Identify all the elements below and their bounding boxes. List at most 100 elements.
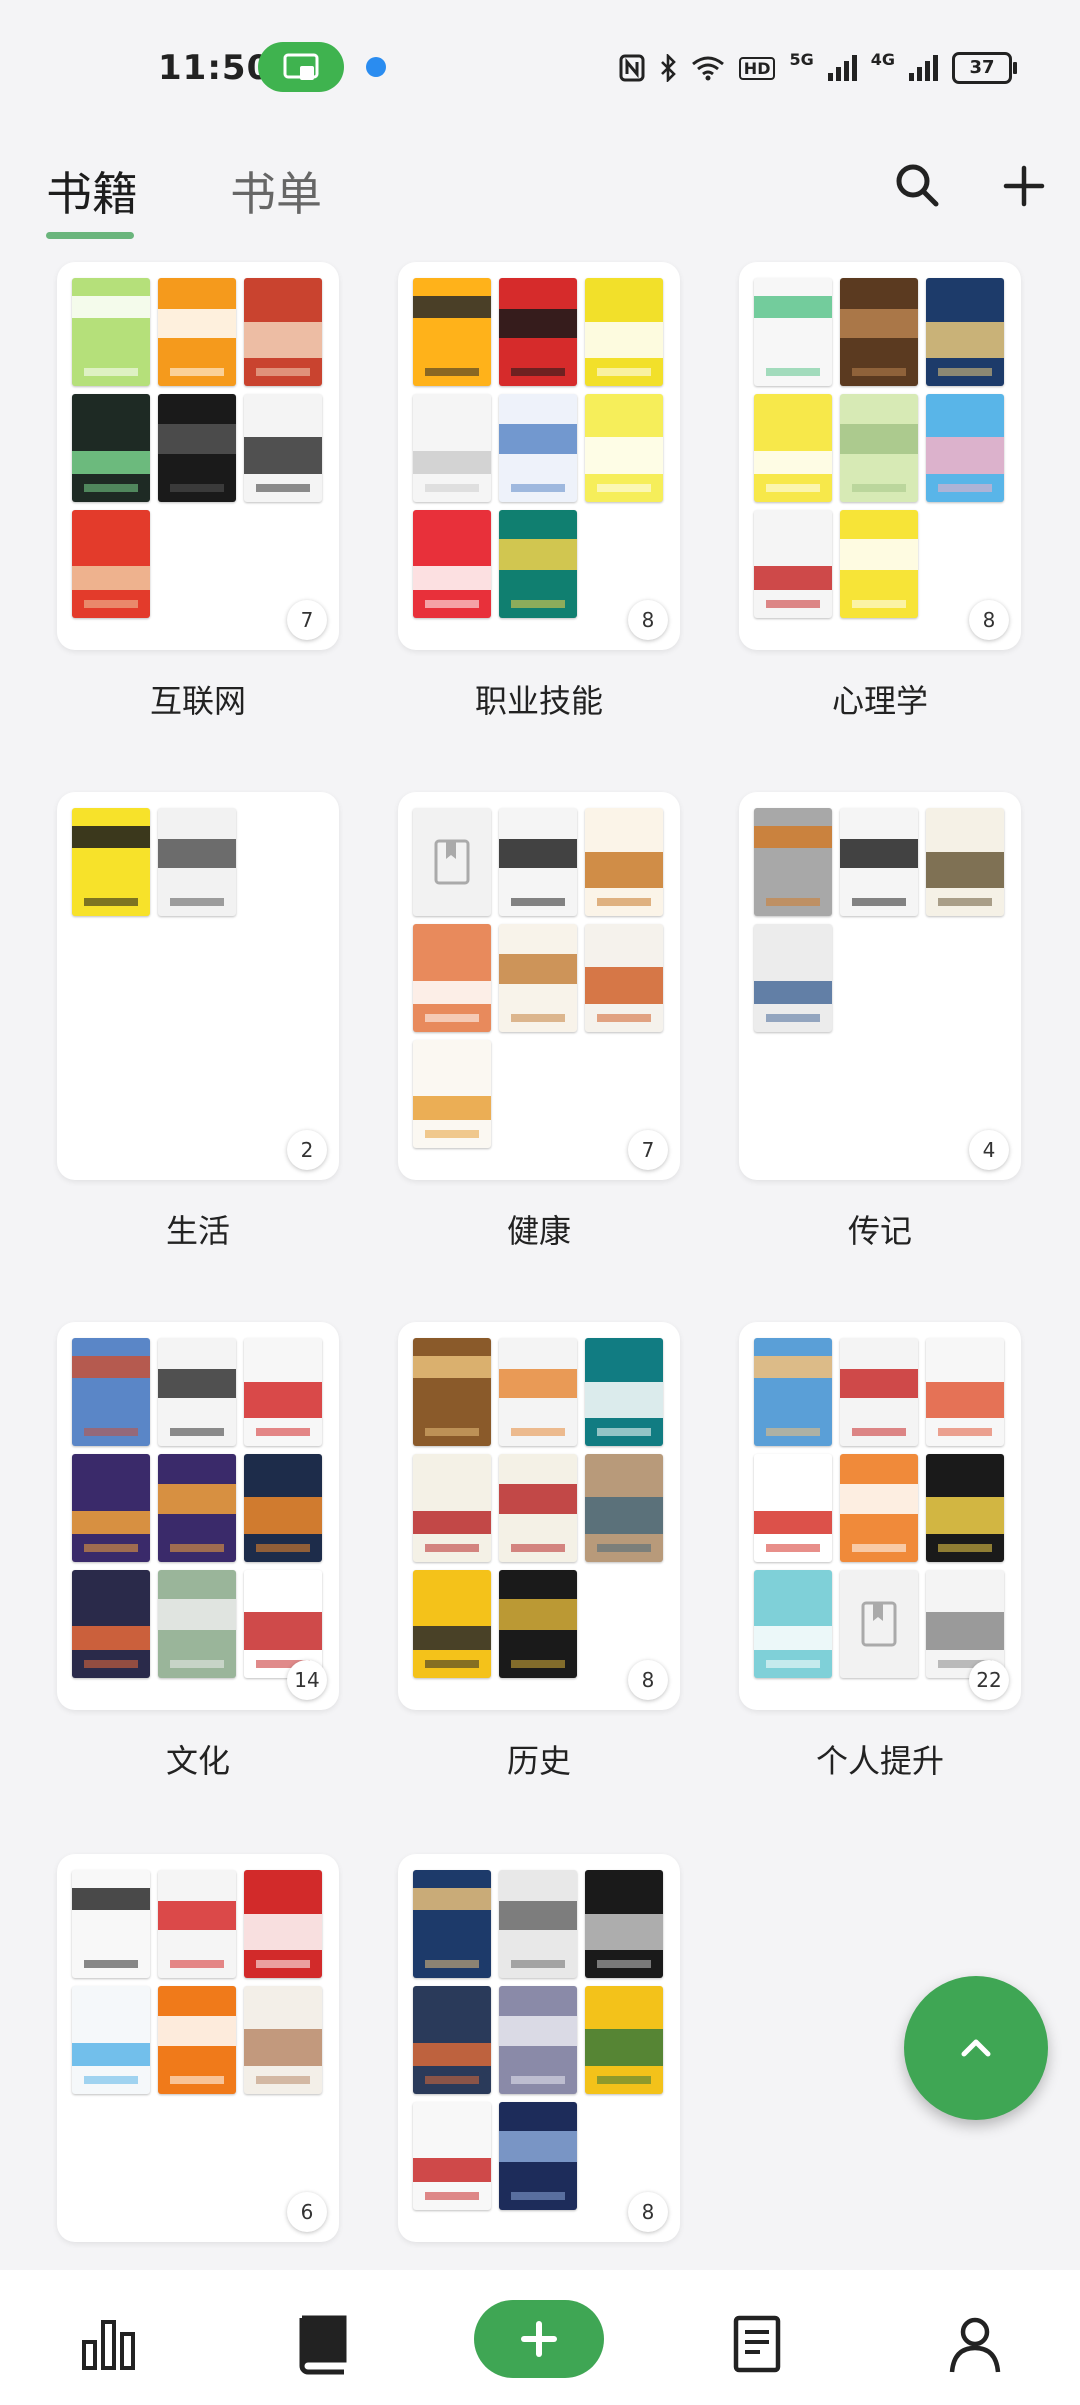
cover-grid xyxy=(413,278,665,618)
book-count-badge: 7 xyxy=(628,1130,668,1170)
tab-books[interactable]: 书籍 xyxy=(46,158,138,224)
shelf-name: 心理学 xyxy=(831,682,928,720)
book-cover xyxy=(158,1570,236,1678)
book-cover xyxy=(244,1870,322,1978)
book-placeholder-icon xyxy=(413,808,491,916)
book-cover xyxy=(72,808,150,916)
book-cover xyxy=(499,394,577,502)
plus-icon[interactable] xyxy=(994,156,1054,216)
book-cover xyxy=(499,1454,577,1562)
profile-icon[interactable] xyxy=(940,2308,1010,2378)
book-cover xyxy=(840,278,918,386)
shelf-name: 生活 xyxy=(165,1212,230,1250)
nfc-icon xyxy=(619,54,645,82)
book-cover xyxy=(585,1870,663,1978)
cover-grid xyxy=(72,278,324,618)
book-cover xyxy=(244,394,322,502)
book-count-badge: 8 xyxy=(628,1660,668,1700)
book-cover xyxy=(413,2102,491,2210)
book-cover xyxy=(413,924,491,1032)
signal-icon xyxy=(827,55,857,81)
screen-cast-indicator[interactable] xyxy=(258,42,344,92)
stats-icon[interactable] xyxy=(74,2308,144,2378)
book-cover xyxy=(754,394,832,502)
shelf-card[interactable]: 4 xyxy=(739,792,1021,1180)
book-cover xyxy=(499,510,577,618)
book-cover xyxy=(158,808,236,916)
book-count-badge: 8 xyxy=(628,600,668,640)
book-count-badge: 22 xyxy=(969,1660,1009,1700)
book-icon[interactable] xyxy=(288,2308,358,2378)
book-cover xyxy=(413,394,491,502)
book-cover xyxy=(72,1338,150,1446)
cover-grid xyxy=(754,808,1006,1032)
book-count-badge: 2 xyxy=(287,1130,327,1170)
shelf-card[interactable]: 2 xyxy=(57,792,339,1180)
status-icons: HD 5G 4G 37 xyxy=(619,50,1017,86)
scroll-top-button[interactable] xyxy=(904,1976,1048,2120)
shelf-name: 传记 xyxy=(847,1212,912,1250)
shelf-card[interactable]: 8 xyxy=(739,262,1021,650)
shelf-name: 互联网 xyxy=(149,682,246,720)
hd-badge: HD xyxy=(738,56,776,80)
screen-cast-icon xyxy=(283,53,319,80)
book-cover xyxy=(72,510,150,618)
notes-icon[interactable] xyxy=(722,2308,792,2378)
book-cover xyxy=(499,278,577,386)
cover-grid xyxy=(413,1870,665,2210)
book-cover xyxy=(244,1338,322,1446)
book-cover xyxy=(413,1454,491,1562)
book-count-badge: 8 xyxy=(628,2192,668,2232)
shelf-name: 职业技能 xyxy=(474,682,603,720)
shelf-card[interactable]: 14 xyxy=(57,1322,339,1710)
status-time: 11:50 xyxy=(158,48,272,88)
book-cover xyxy=(158,1338,236,1446)
tab-booklists[interactable]: 书单 xyxy=(230,158,322,224)
shelf-card[interactable]: 8 xyxy=(398,1322,680,1710)
book-count-badge: 4 xyxy=(969,1130,1009,1170)
shelf-name: 文化 xyxy=(165,1742,230,1780)
shelf-card[interactable]: 22 xyxy=(739,1322,1021,1710)
add-icon xyxy=(521,2321,557,2357)
book-cover xyxy=(499,808,577,916)
shelf-name: 健康 xyxy=(506,1212,571,1250)
book-cover xyxy=(585,924,663,1032)
book-cover xyxy=(754,1338,832,1446)
book-count-badge: 8 xyxy=(969,600,1009,640)
search-icon[interactable] xyxy=(888,156,948,216)
book-cover xyxy=(585,278,663,386)
book-cover xyxy=(413,1338,491,1446)
cover-grid xyxy=(754,278,1006,618)
book-cover xyxy=(926,1454,1004,1562)
book-cover xyxy=(926,1338,1004,1446)
shelf-name: 个人提升 xyxy=(815,1742,944,1780)
book-cover xyxy=(72,1454,150,1562)
book-cover xyxy=(840,1454,918,1562)
book-cover xyxy=(72,1570,150,1678)
book-cover xyxy=(413,1986,491,2094)
status-bar: 11:50 HD 5G 4G 37 xyxy=(0,0,1080,135)
shelf-name: 历史 xyxy=(506,1742,571,1780)
bluetooth-icon xyxy=(660,54,676,82)
signal-icon-2 xyxy=(909,55,938,81)
book-cover xyxy=(499,1986,577,2094)
book-cover xyxy=(585,1454,663,1562)
shelf-card[interactable]: 7 xyxy=(398,792,680,1180)
add-book-button[interactable] xyxy=(474,2300,604,2378)
book-cover xyxy=(585,1986,663,2094)
book-cover xyxy=(413,1040,491,1148)
book-cover xyxy=(754,510,832,618)
cover-grid xyxy=(413,1338,665,1678)
shelf-card[interactable]: 6 xyxy=(57,1854,339,2242)
book-count-badge: 6 xyxy=(287,2192,327,2232)
book-count-badge: 14 xyxy=(287,1660,327,1700)
shelf-card[interactable]: 8 xyxy=(398,1854,680,2242)
book-cover xyxy=(413,510,491,618)
battery-icon: 37 xyxy=(952,52,1017,84)
chevron-up-icon xyxy=(961,2039,991,2057)
shelf-card[interactable]: 7 xyxy=(57,262,339,650)
book-cover xyxy=(754,278,832,386)
network-4g-label: 4G xyxy=(870,50,895,69)
cover-grid xyxy=(72,1338,324,1678)
shelf-card[interactable]: 8 xyxy=(398,262,680,650)
